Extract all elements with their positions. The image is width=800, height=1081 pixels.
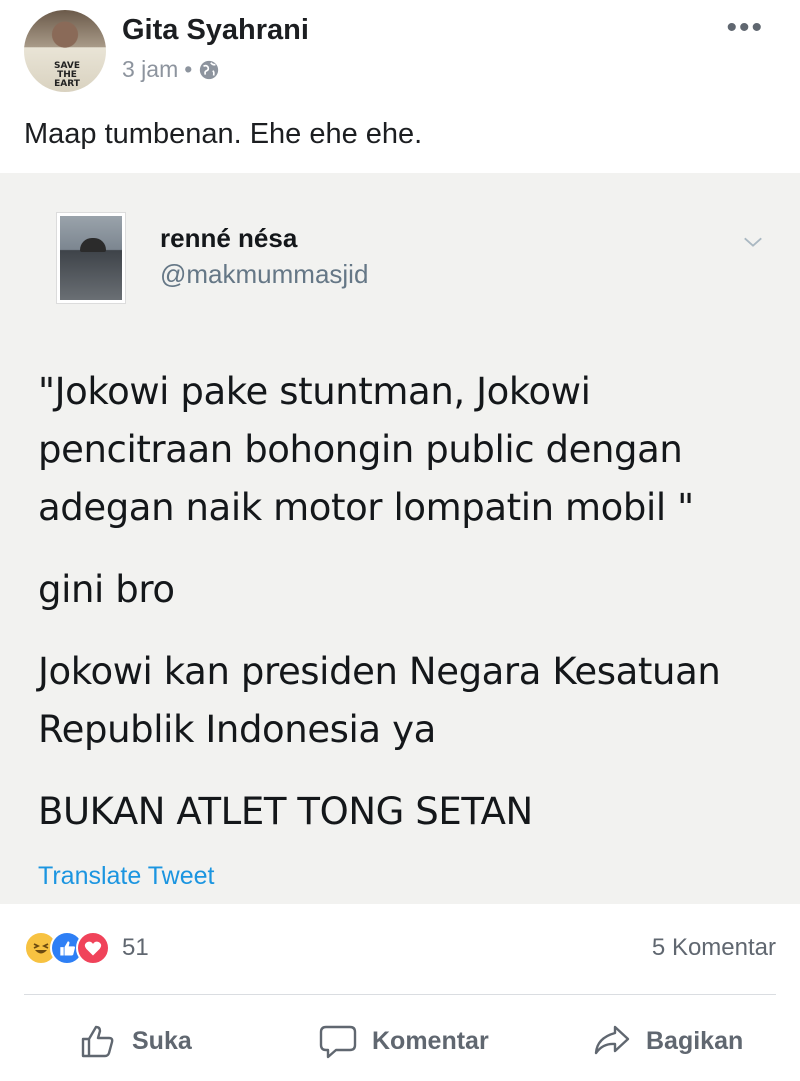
- tweet-paragraph: BUKAN ATLET TONG SETAN: [38, 790, 533, 833]
- comment-label: Komentar: [372, 1026, 489, 1055]
- like-button[interactable]: Suka: [78, 1008, 192, 1074]
- comment-button[interactable]: Komentar: [318, 1008, 489, 1074]
- share-icon: [594, 1025, 630, 1055]
- globe-icon: [200, 60, 219, 79]
- post-text: Maap tumbenan. Ehe ehe ehe.: [24, 118, 423, 150]
- tweet-body: "Jokowi pake stuntman, Jokowi pencitraan…: [38, 363, 778, 865]
- love-icon: [76, 931, 110, 965]
- action-bar: Suka Komentar Bagikan: [0, 1008, 800, 1074]
- chevron-down-icon: [744, 237, 762, 247]
- share-label: Bagikan: [646, 1026, 744, 1055]
- tweet-paragraph: "Jokowi pake stuntman, Jokowi pencitraan…: [38, 370, 694, 529]
- tweet-avatar: [57, 213, 125, 303]
- share-button[interactable]: Bagikan: [592, 1008, 743, 1074]
- meta-separator: •: [184, 56, 193, 82]
- avatar-cap-shape: [80, 238, 106, 252]
- comment-icon: [319, 1025, 357, 1059]
- embedded-tweet[interactable]: renné nésa @makmummasjid "Jokowi pake st…: [0, 173, 800, 904]
- avatar-shirt-text: SAVE THE EART: [54, 61, 80, 89]
- author-avatar[interactable]: SAVE THE EART: [24, 10, 106, 92]
- comments-count-link[interactable]: 5 Komentar: [652, 934, 776, 962]
- more-icon[interactable]: •••: [726, 13, 764, 43]
- post-header: SAVE THE EART Gita Syahrani 3 jam • •••: [0, 0, 800, 110]
- tweet-paragraph: gini bro: [38, 568, 175, 611]
- reaction-count: 51: [122, 934, 149, 961]
- thumbs-up-icon: [81, 1025, 114, 1058]
- author-name[interactable]: Gita Syahrani: [122, 14, 309, 47]
- reaction-summary[interactable]: 51: [24, 928, 149, 968]
- translate-tweet-link: Translate Tweet: [38, 862, 215, 890]
- post-meta: 3 jam •: [122, 56, 220, 83]
- like-label: Suka: [132, 1026, 192, 1055]
- post-time[interactable]: 3 jam: [122, 56, 178, 83]
- divider: [24, 994, 776, 995]
- tweet-paragraph: Jokowi kan presiden Negara Kesatuan Repu…: [38, 650, 721, 751]
- tweet-author-name: renné nésa: [160, 223, 298, 253]
- tweet-author-handle: @makmummasjid: [160, 259, 369, 289]
